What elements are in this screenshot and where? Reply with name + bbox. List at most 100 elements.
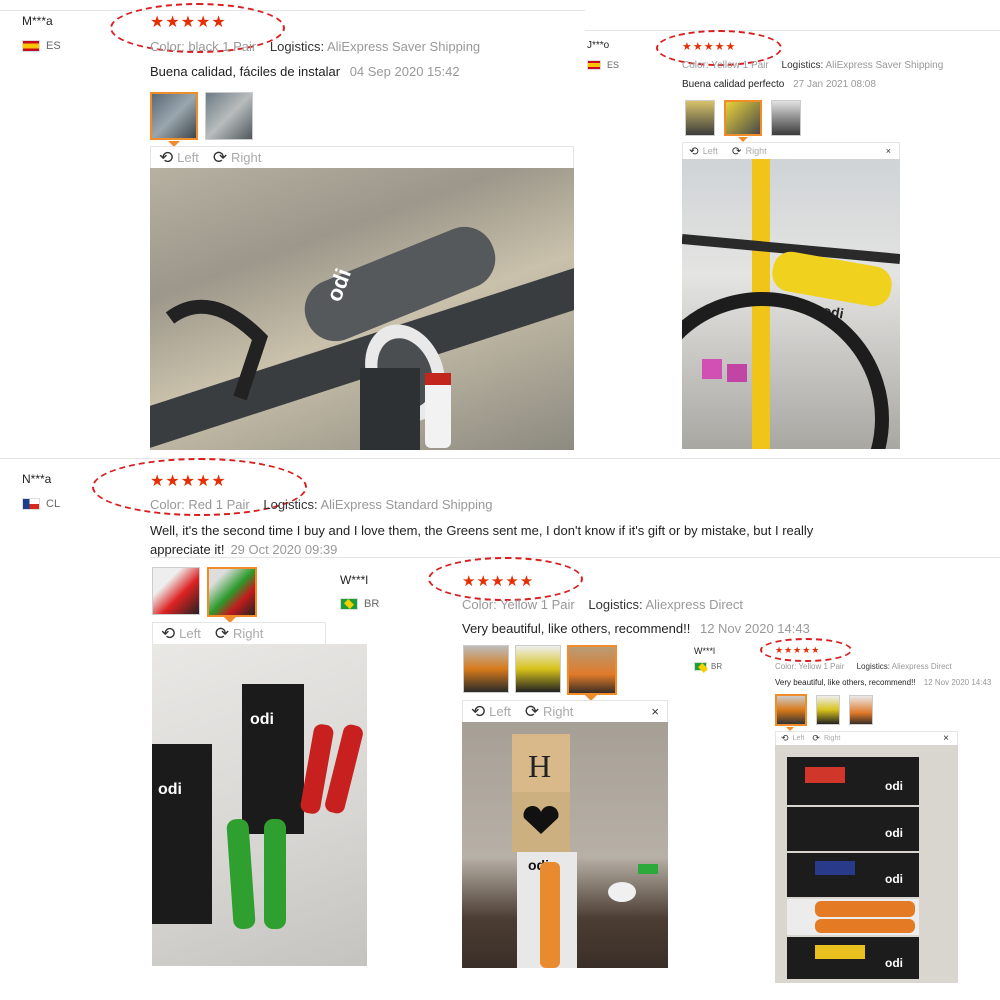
star-rating: ★★★★★ [775,645,821,655]
review-meta: Color: Yellow 1 Pair Logistics: Aliexpre… [775,662,952,671]
logistics-value: AliExpress Saver Shipping [326,39,481,54]
logistics-label: Logistics: [781,60,824,71]
brand-logo: odi [158,781,182,798]
rotate-left-button[interactable]: ⟲ Left [781,733,804,744]
photo-thumbnail[interactable] [567,645,617,695]
rotate-right-label: Right [543,704,574,719]
close-icon[interactable]: × [886,146,891,156]
country-code: BR [711,662,723,671]
review-photo[interactable]: H odi [462,722,668,968]
country-code: CL [46,498,61,510]
reviewer-name: M***a [22,14,53,28]
rotate-right-icon: ⟳ [214,624,229,643]
photo-thumbnail[interactable] [816,695,840,725]
close-icon[interactable]: × [651,704,659,719]
review-text: Very beautiful, like others, recommend!!… [775,678,1000,687]
color-value: black 1 Pair [188,39,257,54]
rotate-left-button[interactable]: ⟲ Left [689,144,718,158]
stacked-boxes-photo-illustration: odi odi odi odi [787,757,919,979]
review-meta: Color: Yellow 1 Pair Logistics: AliExpre… [682,60,943,71]
close-icon[interactable]: × [943,733,949,744]
rotate-left-button[interactable]: ⟲ Left [159,147,199,168]
photo-thumbnail[interactable] [849,695,873,725]
rotate-left-button[interactable]: ⟲ Left [161,623,201,644]
brazil-flag-icon [340,598,358,610]
photo-thumbnail[interactable] [463,645,509,693]
brazil-flag-icon [694,662,707,671]
review-body: Very beautiful, like others, recommend!! [775,678,916,687]
review-date: 29 Oct 2020 09:39 [230,542,338,557]
reviewer-name: W***l [340,573,369,587]
photo-thumbnail[interactable] [205,92,253,140]
brand-logo: odi [885,826,903,840]
rotate-right-label: Right [823,735,841,742]
star-rating: ★★★★★ [462,573,535,590]
review-photo[interactable]: odi [682,159,900,449]
reviewer-name: J***o [587,40,610,51]
rotate-right-icon: ⟳ [731,145,742,158]
orange-grip-photo-illustration: H odi [512,734,658,968]
rotate-left-icon: ⟲ [161,624,176,643]
rotate-right-label: Right [745,146,767,156]
color-value: Yellow 1 Pair [711,60,769,71]
photo-thumbnail[interactable] [515,645,561,693]
country-code: BR [364,598,380,610]
review-body: Buena calidad perfecto [682,79,785,90]
rotate-left-label: Left [489,704,511,719]
color-label: Color: [682,60,709,71]
review-text: Buena calidad, fáciles de instalar 04 Se… [150,64,460,79]
country-code: ES [46,40,61,52]
review-text: Buena calidad perfecto 27 Jan 2021 08:08 [682,79,876,90]
brand-logo: odi [885,872,903,886]
rotate-right-button[interactable]: ⟳ Right [215,623,264,644]
rotate-right-button[interactable]: ⟳ Right [812,733,840,744]
photo-thumbnail[interactable] [207,567,257,617]
color-label: Color: [150,497,185,512]
brand-logo: odi [885,956,903,970]
review-photo[interactable]: odi [150,168,574,450]
yellow-grip-photo-illustration: odi [682,159,900,449]
logistics-label: Logistics: [269,39,325,54]
star-rating: ★★★★★ [150,14,227,31]
review-body-line1: Well, it's the second time I buy and I l… [150,523,814,538]
spain-flag-icon [587,60,601,70]
review-photo[interactable]: odi odi [152,644,367,966]
logistics-value: Aliexpress Direct [891,662,952,671]
rotate-right-label: Right [231,150,262,165]
rotate-left-icon: ⟲ [781,733,789,743]
divider [0,458,1000,459]
review-text: Very beautiful, like others, recommend!!… [462,621,810,636]
star-rating: ★★★★★ [682,41,737,53]
photo-thumbnail[interactable] [775,694,807,726]
letter-block-text: H [528,748,551,784]
rotate-right-icon: ⟳ [212,148,227,167]
logistics-value: AliExpress Saver Shipping [825,60,944,71]
rotate-right-button[interactable]: ⟳ Right [213,147,262,168]
image-viewer-toolbar: ⟲ Left ⟳ Right × [462,700,668,722]
reviewer-country: CL [22,498,60,510]
photo-thumbnail[interactable] [150,92,198,140]
rotate-left-label: Left [702,146,718,156]
color-label: Color: [462,597,497,612]
photo-thumbnail[interactable] [685,100,715,136]
logistics-label: Logistics: [856,662,890,671]
rotate-right-button[interactable]: ⟳ Right [732,144,767,158]
rotate-left-button[interactable]: ⟲ Left [471,701,511,722]
color-label: Color: [150,39,185,54]
logistics-label: Logistics: [588,597,643,612]
photo-thumbnail[interactable] [724,100,762,136]
review-date: 12 Nov 2020 14:43 [923,678,992,687]
review-body-line2: appreciate it! [150,542,225,557]
rotate-left-icon: ⟲ [471,702,486,721]
color-value: Yellow 1 Pair [798,662,845,671]
review-meta: Color: Red 1 Pair Logistics: AliExpress … [150,497,492,512]
photo-thumbnail[interactable] [771,100,801,136]
review-photo[interactable]: odi odi odi odi [775,745,958,983]
divider [150,557,1000,558]
handlebar-photo-illustration: odi [150,226,574,450]
rotate-right-button[interactable]: ⟳ Right [525,701,574,722]
photo-thumbnail[interactable] [152,567,200,615]
color-value: Yellow 1 Pair [500,597,575,612]
rotate-left-label: Left [792,735,805,742]
rotate-left-icon: ⟲ [159,148,174,167]
